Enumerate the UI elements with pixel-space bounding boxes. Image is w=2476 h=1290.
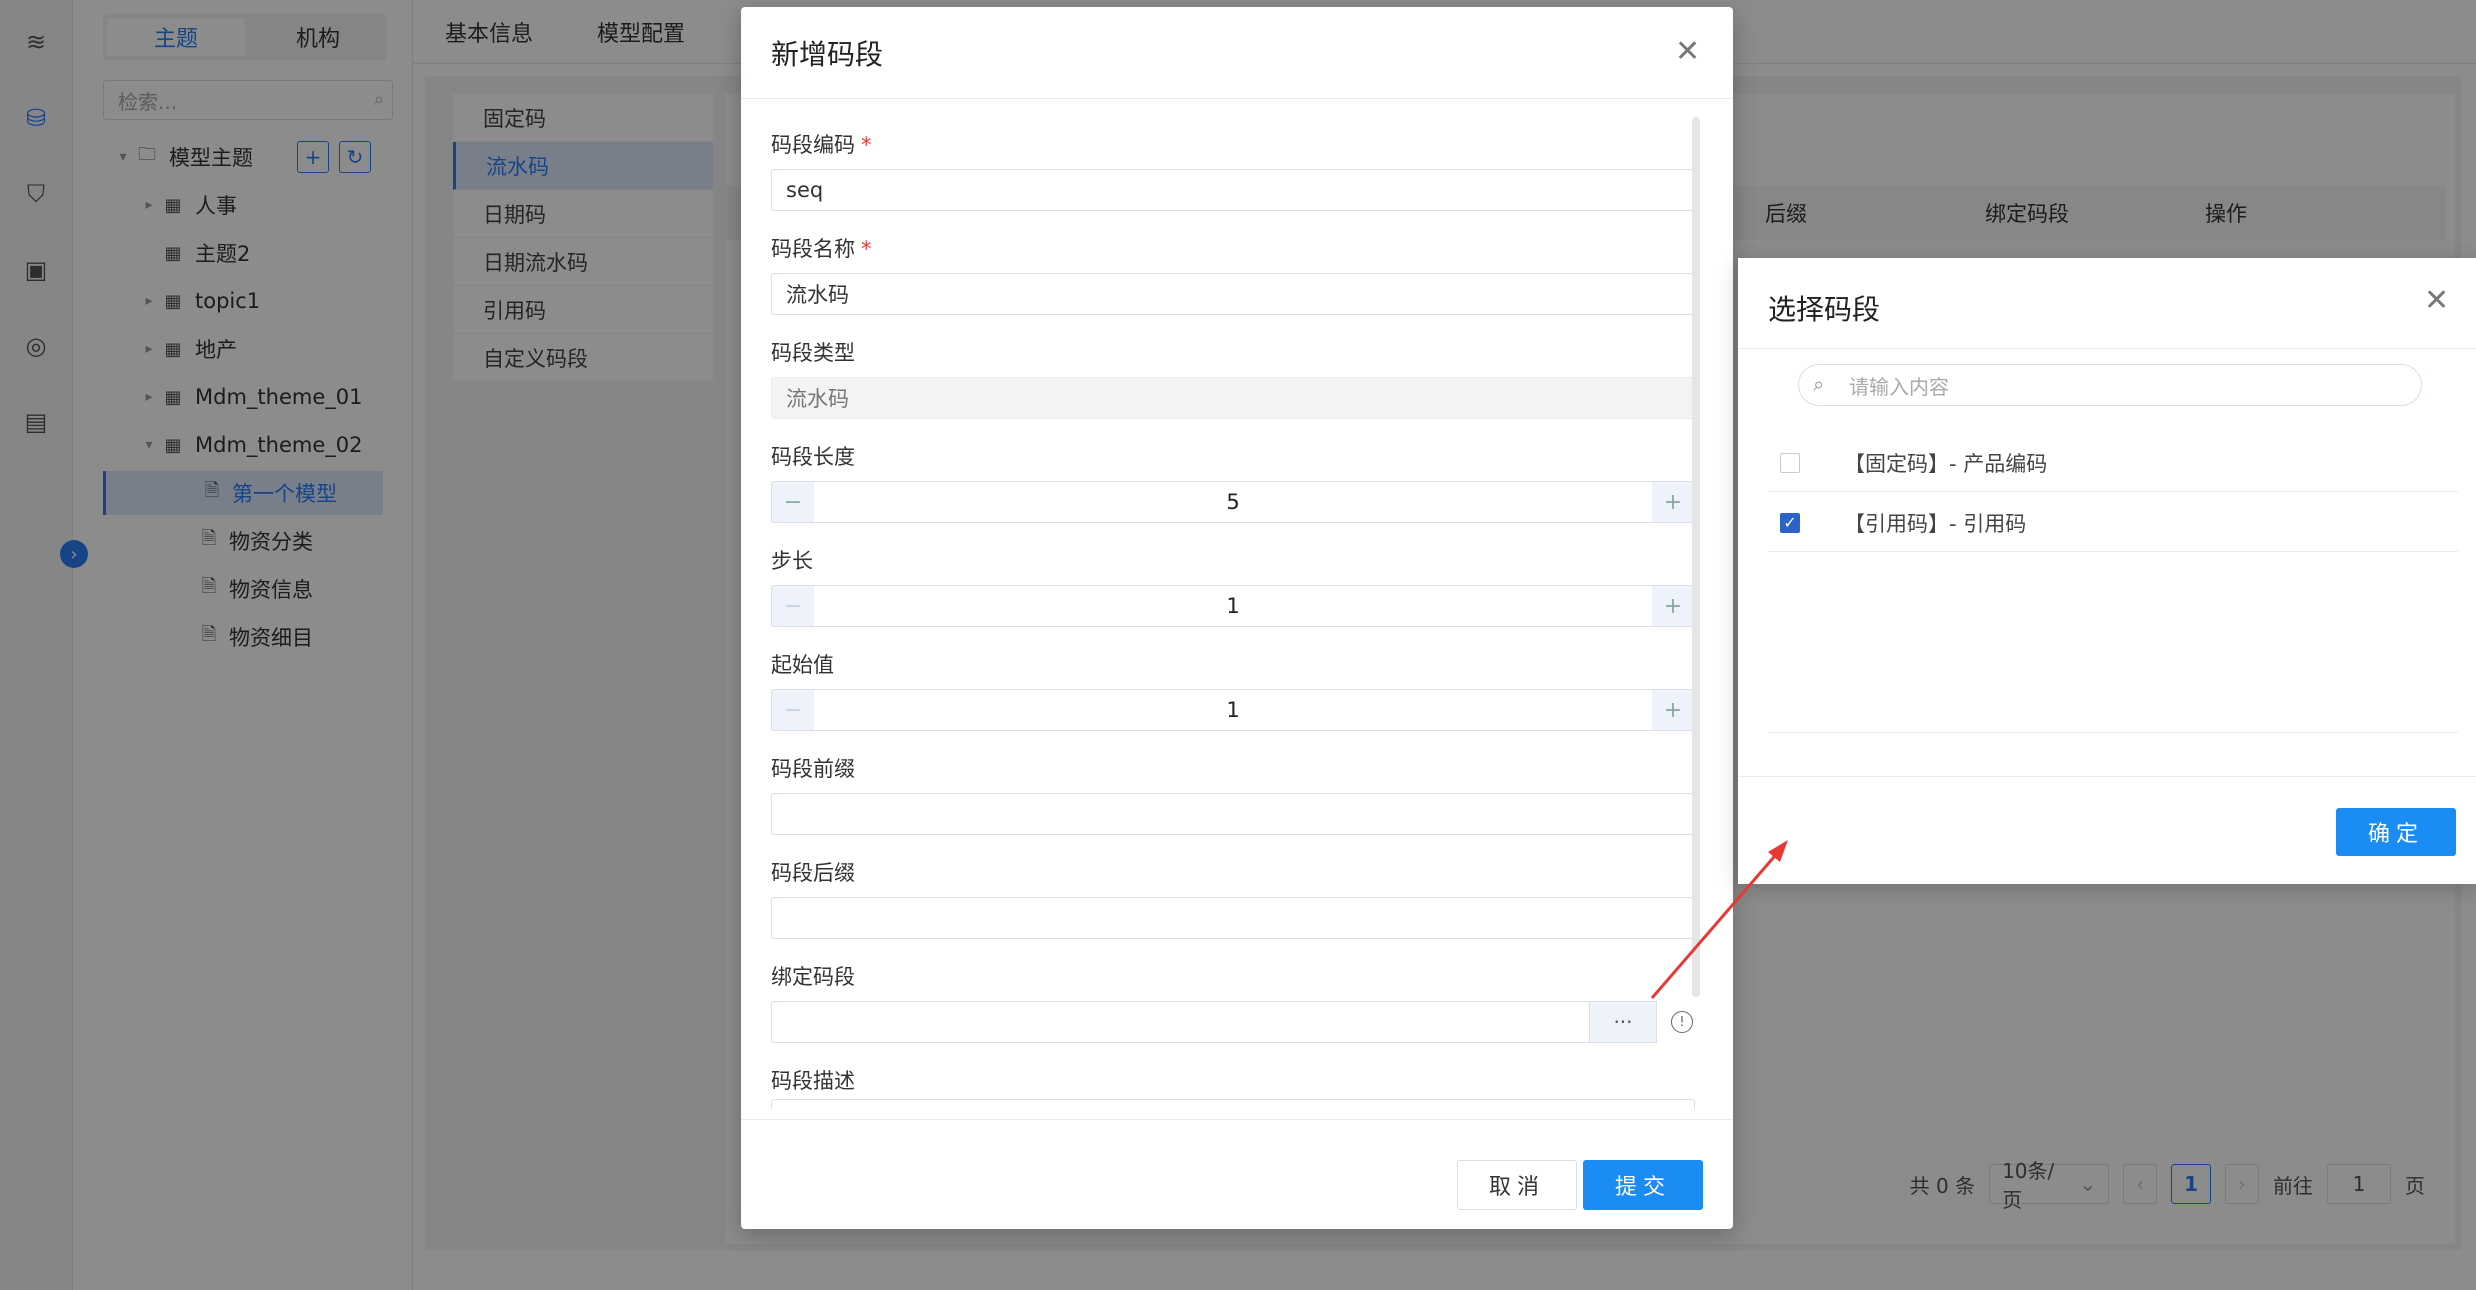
length-stepper[interactable]: − 5 + bbox=[771, 481, 1695, 523]
increment-button[interactable]: + bbox=[1652, 482, 1694, 522]
increment-button[interactable]: + bbox=[1652, 586, 1694, 626]
option-label: 【固定码】- 产品编码 bbox=[1844, 451, 2048, 476]
cancel-button[interactable]: 取消 bbox=[1457, 1160, 1577, 1210]
option-checkbox-checked[interactable]: ✓ bbox=[1780, 512, 1800, 533]
segment-search-input[interactable]: ⌕ 请输入内容 bbox=[1798, 364, 2422, 406]
divider bbox=[1738, 776, 2476, 777]
list-item[interactable]: ✓ 【引用码】- 引用码 bbox=[1768, 494, 2458, 552]
dialog-title: 新增码段 bbox=[771, 37, 884, 71]
info-icon[interactable]: ! bbox=[1671, 1011, 1693, 1033]
submit-button[interactable]: 提交 bbox=[1583, 1160, 1703, 1210]
decrement-button[interactable]: − bbox=[772, 586, 814, 626]
increment-button[interactable]: + bbox=[1652, 690, 1694, 730]
length-label: 码段长度 bbox=[771, 445, 855, 469]
step-stepper[interactable]: − 1 + bbox=[771, 585, 1695, 627]
required-mark: * bbox=[861, 133, 872, 157]
start-label: 起始值 bbox=[771, 653, 834, 677]
field-label: 码段名称 * bbox=[771, 233, 872, 263]
more-icon[interactable]: ··· bbox=[1589, 1001, 1657, 1043]
dialog-footer: 取消 提交 bbox=[741, 1119, 1733, 1229]
suffix-label: 码段后缀 bbox=[771, 861, 855, 885]
select-segment-panel: 选择码段 ✕ ⌕ 请输入内容 【固定码】- 产品编码 ✓ 【引用码】- 引用码 … bbox=[1738, 258, 2476, 884]
desc-input[interactable] bbox=[771, 1099, 1695, 1109]
prefix-label: 码段前缀 bbox=[771, 757, 855, 781]
panel-title: 选择码段 bbox=[1768, 293, 1881, 326]
code-input[interactable]: seq bbox=[771, 169, 1695, 211]
desc-label: 码段描述 bbox=[771, 1069, 855, 1093]
name-label: 码段名称 bbox=[771, 237, 855, 261]
option-label: 【引用码】- 引用码 bbox=[1844, 511, 2027, 536]
prefix-input[interactable] bbox=[771, 793, 1695, 835]
name-input[interactable]: 流水码 bbox=[771, 273, 1695, 315]
dialog-form: 码段编码 * seq 码段名称 * 流水码 码段类型 流水码 码段长度 − 5 + … bbox=[771, 99, 1711, 1109]
field-label: 码段编码 * bbox=[771, 129, 872, 159]
dialog-scrollbar[interactable] bbox=[1692, 117, 1700, 997]
step-label: 步长 bbox=[771, 549, 813, 573]
start-value[interactable]: 1 bbox=[814, 690, 1652, 730]
close-icon[interactable]: ✕ bbox=[2424, 286, 2449, 316]
step-value[interactable]: 1 bbox=[814, 586, 1652, 626]
type-label: 码段类型 bbox=[771, 341, 855, 365]
dialog-header: 新增码段 bbox=[741, 7, 1733, 99]
start-stepper[interactable]: − 1 + bbox=[771, 689, 1695, 731]
list-item[interactable]: 【固定码】- 产品编码 bbox=[1768, 434, 2458, 492]
length-value[interactable]: 5 bbox=[814, 482, 1652, 522]
add-segment-dialog: 新增码段 ✕ 码段编码 * seq 码段名称 * 流水码 码段类型 流水码 码段长度… bbox=[741, 7, 1733, 1229]
code-label: 码段编码 bbox=[771, 133, 855, 157]
divider bbox=[1738, 348, 2476, 349]
search-placeholder: 请输入内容 bbox=[1849, 374, 1949, 399]
close-icon[interactable]: ✕ bbox=[1675, 37, 1700, 67]
confirm-button[interactable]: 确定 bbox=[2336, 808, 2456, 856]
required-mark: * bbox=[861, 237, 872, 261]
divider bbox=[1768, 732, 2458, 733]
decrement-button[interactable]: − bbox=[772, 690, 814, 730]
type-input: 流水码 bbox=[771, 377, 1695, 419]
bind-input[interactable] bbox=[771, 1001, 1591, 1043]
bind-label: 绑定码段 bbox=[771, 965, 855, 989]
option-checkbox[interactable] bbox=[1780, 452, 1800, 473]
search-icon: ⌕ bbox=[1813, 372, 1825, 396]
suffix-input[interactable] bbox=[771, 897, 1695, 939]
decrement-button[interactable]: − bbox=[772, 482, 814, 522]
